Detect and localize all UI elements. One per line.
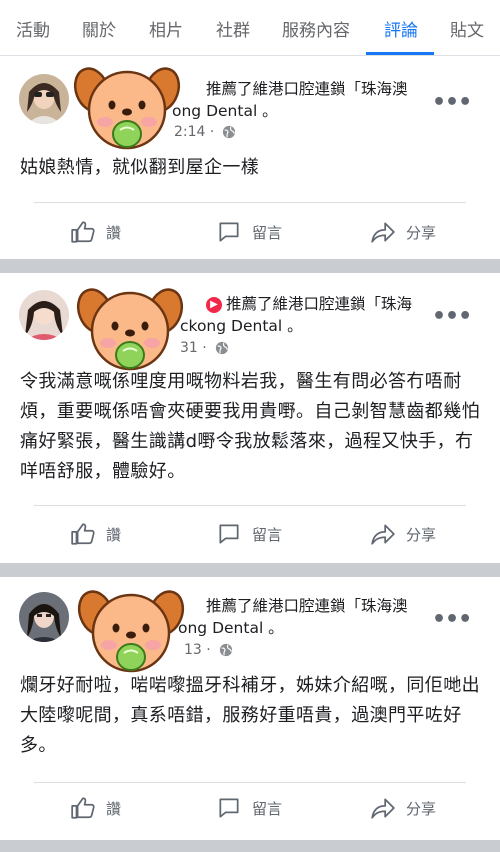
more-options-icon[interactable]: ••• [432, 304, 472, 329]
reviewer-recommend-text: 推薦了維港口腔連鎖「珠海澳 [206, 80, 408, 98]
page-name-continued[interactable]: ong Dental 。 [178, 617, 284, 639]
like-label: 讚 [106, 223, 122, 242]
tab-activity[interactable]: 活動 [16, 16, 50, 41]
reviewer-recommend-text: 推薦了維港口腔連鎖「珠海澳 [206, 597, 408, 615]
share-icon [371, 524, 395, 545]
time-text: 13 · [184, 642, 211, 658]
share-button[interactable]: 分享 [370, 219, 436, 245]
globe-icon [219, 643, 232, 657]
thumbs-up-icon [71, 221, 95, 243]
tab-services[interactable]: 服務內容 [282, 16, 350, 41]
review-post: 推薦了維港口腔連鎖「珠海澳 ong Dental 。 13 · ••• 爛牙好耐… [0, 577, 500, 840]
more-options-icon[interactable]: ••• [432, 90, 472, 115]
dog-sticker [76, 288, 184, 371]
like-button[interactable]: 讚 [70, 219, 121, 245]
divider [34, 782, 466, 783]
share-label: 分享 [406, 799, 437, 818]
divider [34, 202, 466, 203]
like-label: 讚 [106, 799, 122, 818]
tab-photos[interactable]: 相片 [149, 16, 183, 41]
share-label: 分享 [406, 223, 437, 242]
post-timestamp: 31 · [180, 340, 229, 356]
comment-label: 留言 [252, 799, 283, 818]
comment-button[interactable]: 留言 [216, 219, 282, 245]
share-icon [371, 798, 395, 819]
avatar[interactable] [19, 290, 69, 340]
comment-icon [219, 798, 239, 818]
share-button[interactable]: 分享 [370, 795, 436, 821]
thumbs-up-icon [71, 523, 95, 545]
divider [34, 505, 466, 506]
avatar[interactable] [19, 592, 69, 642]
post-separator [0, 259, 500, 273]
post-timestamp: 13 · [184, 642, 233, 658]
comment-button[interactable]: 留言 [216, 521, 282, 547]
reviewer-recommend-text: ▶ 推薦了維港口腔連鎖「珠海 [206, 293, 412, 315]
recommend-icon: ▶ [206, 297, 222, 313]
post-timestamp: 2:14 · [174, 124, 236, 140]
recommend-text: 推薦了維港口腔連鎖「珠海 [226, 295, 413, 313]
like-button[interactable]: 讚 [70, 521, 121, 547]
review-body: 爛牙好耐啦，啱啱嚟搵牙科補牙，姊妹介紹嘅，同佢哋出大陸嚟呢間，真系唔錯，服務好重… [20, 675, 480, 756]
thumbs-up-icon [71, 797, 95, 819]
dog-sticker [73, 67, 181, 150]
comment-icon [219, 524, 239, 544]
review-body: 姑娘熱情，就似翻到屋企一樣 [20, 157, 260, 178]
like-label: 讚 [106, 525, 122, 544]
tab-reviews[interactable]: 評論 [384, 16, 418, 41]
tab-about[interactable]: 關於 [82, 16, 116, 41]
page-name-continued[interactable]: ong Dental 。 [172, 100, 278, 122]
active-tab-indicator [366, 52, 434, 55]
globe-icon [215, 341, 228, 355]
page-tab-bar: 活動 關於 相片 社群 服務內容 評論 貼文 [0, 0, 500, 56]
dog-sticker [77, 590, 185, 673]
globe-icon [223, 125, 236, 139]
tab-community[interactable]: 社群 [216, 16, 250, 41]
comment-label: 留言 [252, 525, 283, 544]
tab-posts[interactable]: 貼文 [450, 16, 484, 41]
comment-label: 留言 [252, 223, 283, 242]
comment-button[interactable]: 留言 [216, 795, 282, 821]
post-separator [0, 563, 500, 577]
comment-icon [219, 222, 239, 242]
avatar[interactable] [19, 74, 69, 124]
share-icon [371, 222, 395, 243]
share-button[interactable]: 分享 [370, 521, 436, 547]
share-label: 分享 [406, 525, 437, 544]
more-options-icon[interactable]: ••• [432, 607, 472, 632]
like-button[interactable]: 讚 [70, 795, 121, 821]
review-body: 令我滿意嘅係哩度用嘅物料岩我，醫生有問必答冇唔耐煩，重要嘅係唔會夾硬要我用貴嘢。… [20, 371, 480, 482]
page-name-continued[interactable]: ckong Dental 。 [180, 315, 303, 337]
post-separator [0, 840, 500, 852]
